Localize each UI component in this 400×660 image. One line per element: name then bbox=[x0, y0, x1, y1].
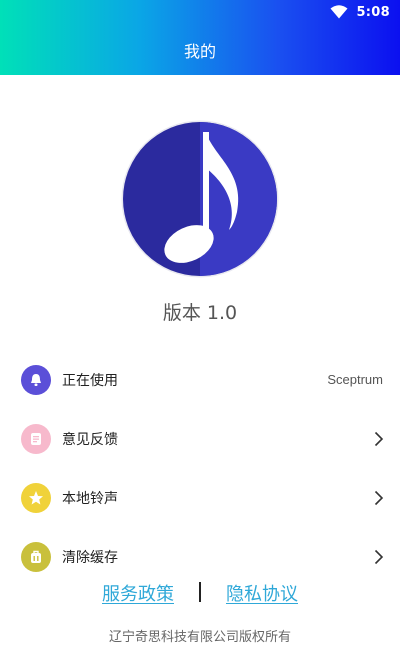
chevron-right-icon bbox=[374, 549, 384, 564]
footer-links: 服务政策 隐私协议 bbox=[0, 580, 400, 606]
settings-menu: 正在使用 Sceptrum 意见反馈 本地铃声 清除缓存 bbox=[0, 350, 400, 586]
header-bar: 5:08 我的 bbox=[0, 0, 400, 75]
menu-item-label: 意见反馈 bbox=[62, 431, 118, 448]
status-time: 5:08 bbox=[356, 4, 390, 20]
chevron-right-icon bbox=[374, 431, 384, 446]
menu-item-feedback[interactable]: 意见反馈 bbox=[0, 409, 400, 468]
status-bar: 5:08 bbox=[0, 0, 400, 24]
backpack-icon bbox=[21, 541, 51, 572]
page-title: 我的 bbox=[183, 42, 216, 61]
document-icon bbox=[21, 423, 51, 454]
version-label: 版本 1.0 bbox=[162, 302, 238, 324]
settings-screen: 5:08 我的 版本 1.0 正在使用 Sceptrum 意见反馈 本地铃声 清… bbox=[0, 0, 400, 660]
wifi-icon bbox=[330, 5, 348, 19]
copyright-text: 辽宁奇思科技有限公司版权所有 bbox=[108, 630, 291, 645]
app-logo-music-note-icon bbox=[121, 120, 279, 278]
menu-item-local-ringtones[interactable]: 本地铃声 bbox=[0, 468, 400, 527]
privacy-agreement-link[interactable]: 隐私协议 bbox=[226, 580, 298, 606]
service-policy-link[interactable]: 服务政策 bbox=[102, 580, 174, 606]
chevron-right-icon bbox=[374, 490, 384, 505]
menu-item-clear-cache[interactable]: 清除缓存 bbox=[0, 527, 400, 586]
menu-item-label: 本地铃声 bbox=[62, 490, 118, 507]
menu-item-label: 正在使用 bbox=[62, 372, 118, 389]
star-icon bbox=[21, 482, 51, 513]
bell-icon bbox=[21, 364, 51, 395]
current-ringtone-value: Sceptrum bbox=[327, 372, 383, 387]
link-divider bbox=[199, 582, 201, 602]
menu-item-in-use[interactable]: 正在使用 Sceptrum bbox=[0, 350, 400, 409]
menu-item-label: 清除缓存 bbox=[62, 549, 118, 566]
